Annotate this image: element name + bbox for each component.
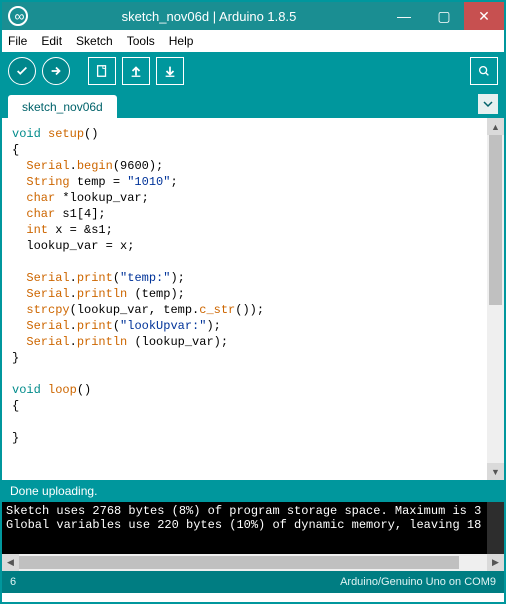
check-icon <box>15 64 29 78</box>
menu-edit[interactable]: Edit <box>41 34 62 48</box>
new-file-icon <box>95 64 109 78</box>
status-bar: Done uploading. <box>2 480 504 502</box>
scroll-thumb[interactable] <box>489 135 502 305</box>
menu-help[interactable]: Help <box>169 34 194 48</box>
console-output[interactable]: Sketch uses 2768 bytes (8%) of program s… <box>2 502 504 554</box>
line-number: 6 <box>10 576 16 588</box>
maximize-button[interactable]: ▢ <box>424 2 464 30</box>
scroll-up-button[interactable]: ▲ <box>487 118 504 135</box>
scroll-thumb[interactable] <box>19 556 459 569</box>
new-button[interactable] <box>88 57 116 85</box>
console-vertical-scrollbar[interactable] <box>487 502 504 554</box>
footer-bar: 6 Arduino/Genuino Uno on COM9 <box>2 571 504 593</box>
menu-tools[interactable]: Tools <box>127 34 155 48</box>
upload-button[interactable] <box>42 57 70 85</box>
scroll-down-button[interactable]: ▼ <box>487 463 504 480</box>
scroll-left-button[interactable]: ◀ <box>2 554 19 571</box>
serial-monitor-button[interactable] <box>470 57 498 85</box>
menu-file[interactable]: File <box>8 34 27 48</box>
tabstrip: sketch_nov06d <box>2 90 504 118</box>
open-button[interactable] <box>122 57 150 85</box>
verify-button[interactable] <box>8 57 36 85</box>
tab-menu-button[interactable] <box>478 94 498 114</box>
tab-sketch[interactable]: sketch_nov06d <box>8 95 117 118</box>
toolbar <box>2 52 504 90</box>
arrow-right-icon <box>49 64 63 78</box>
code-content[interactable]: void setup() { Serial.begin(9600); Strin… <box>2 118 504 454</box>
serial-monitor-icon <box>477 64 491 78</box>
arrow-down-icon <box>163 64 177 78</box>
arrow-up-icon <box>129 64 143 78</box>
close-button[interactable]: ✕ <box>464 2 504 30</box>
board-port-info: Arduino/Genuino Uno on COM9 <box>340 576 496 588</box>
console-line: Sketch uses 2768 bytes (8%) of program s… <box>6 504 481 518</box>
titlebar: sketch_nov06d | Arduino 1.8.5 — ▢ ✕ <box>2 2 504 30</box>
chevron-down-icon <box>483 99 493 109</box>
menu-sketch[interactable]: Sketch <box>76 34 113 48</box>
editor-vertical-scrollbar[interactable]: ▲ ▼ <box>487 118 504 480</box>
scroll-right-button[interactable]: ▶ <box>487 554 504 571</box>
console-horizontal-scrollbar[interactable]: ◀ ▶ <box>2 554 504 571</box>
status-message: Done uploading. <box>10 484 97 498</box>
menubar: File Edit Sketch Tools Help <box>2 30 504 52</box>
code-editor[interactable]: void setup() { Serial.begin(9600); Strin… <box>2 118 504 480</box>
arduino-logo-icon <box>8 6 28 26</box>
minimize-button[interactable]: — <box>384 2 424 30</box>
window-title: sketch_nov06d | Arduino 1.8.5 <box>34 9 384 24</box>
console-line: Global variables use 220 bytes (10%) of … <box>6 518 481 532</box>
scroll-track[interactable] <box>19 554 487 571</box>
save-button[interactable] <box>156 57 184 85</box>
